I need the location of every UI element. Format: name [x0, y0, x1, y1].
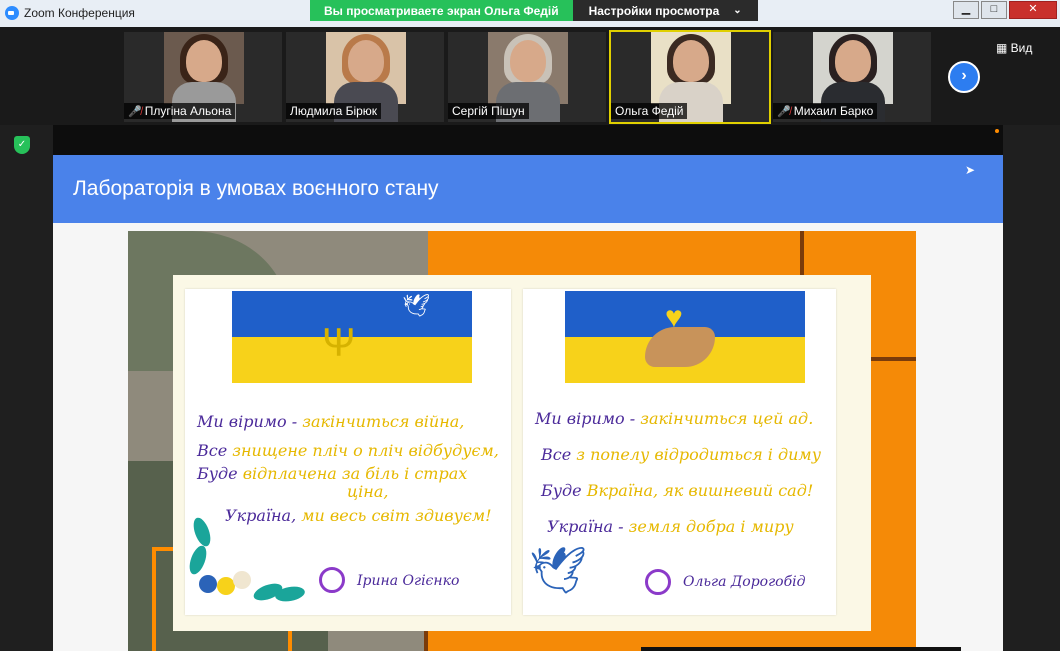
participant-tile[interactable]: 🎤̸ Плугіна Альона [124, 32, 282, 122]
participant-name: Сергій Пішун [448, 103, 529, 119]
slide-top-bar [53, 125, 1003, 155]
screen-share-banner: Вы просматриваете экран Ольга Федій Наст… [310, 0, 758, 21]
participant-tile[interactable]: 🎤̸ Михаил Барко [773, 32, 931, 122]
window-titlebar: Zoom Конференция Вы просматриваете экран… [0, 0, 1060, 27]
poster-image: Ψ 🕊 Ми віримо - закінчиться війна, Все з… [128, 231, 916, 651]
slide-header: Лабораторія в умовах воєнного стану ➤ [53, 155, 1003, 223]
dove-icon: 🕊 [529, 544, 588, 596]
dove-icon: 🕊 [402, 293, 430, 318]
status-dot [995, 129, 999, 133]
participant-video [164, 32, 244, 122]
participant-tile[interactable]: Людмила Бірюк [286, 32, 444, 122]
mic-off-icon: 🎤̸ [777, 106, 791, 118]
poem-card-left: Ψ 🕊 Ми віримо - закінчиться війна, Все з… [185, 289, 511, 615]
zoom-logo-icon [5, 6, 19, 20]
poem-verses: Ми віримо - закінчиться війна, Все знище… [197, 412, 499, 525]
view-button[interactable]: ▦ Вид [996, 41, 1032, 55]
maximize-button[interactable]: □ [981, 1, 1007, 19]
participant-video [651, 32, 731, 122]
ukraine-flag: Ψ 🕊 [232, 291, 472, 383]
mouse-cursor-icon: ➤ [965, 163, 976, 177]
participant-tile-active-speaker[interactable]: Ольга Федій [609, 30, 771, 124]
chevron-down-icon: ⌄ [733, 5, 742, 16]
close-button[interactable]: ✕ [1009, 1, 1057, 19]
encryption-shield-icon[interactable]: ✓ [14, 136, 30, 154]
signature-mark-icon [645, 569, 671, 595]
participant-name: 🎤̸ Плугіна Альона [124, 103, 236, 119]
participant-video [488, 32, 568, 122]
signature-mark-icon [319, 567, 345, 593]
poem-signature: Ірина Огієнко [357, 573, 460, 589]
poem-verses: Ми віримо - закінчиться цей ад. Все з по… [535, 409, 821, 536]
ukraine-flag: ♥ [565, 291, 805, 383]
participant-strip: 🎤̸ Плугіна Альона Людмила Бірюк Сергій Пі… [0, 27, 1060, 125]
view-settings-label: Настройки просмотра [588, 3, 720, 18]
mic-off-icon: 🎤̸ [128, 106, 142, 118]
participant-video [326, 32, 406, 122]
slide-title: Лабораторія в умовах воєнного стану [73, 177, 439, 200]
share-status-label: Вы просматриваете экран Ольга Федій [310, 0, 573, 21]
participant-video [813, 32, 893, 122]
shared-screen: Лабораторія в умовах воєнного стану ➤ Ψ … [53, 125, 1003, 651]
divider [641, 647, 961, 651]
next-page-button[interactable]: › [948, 61, 980, 93]
floral-decoration-icon [186, 515, 306, 607]
grid-icon: ▦ [996, 41, 1011, 55]
poem-signature: Ольга Дорогобід [683, 574, 806, 590]
trident-wreath-icon: Ψ [322, 321, 356, 365]
participant-name: Людмила Бірюк [286, 103, 382, 119]
participant-name: 🎤̸ Михаил Барко [773, 103, 878, 119]
view-label: Вид [1010, 41, 1033, 55]
window-title: Zoom Конференция [24, 6, 135, 20]
minimize-button[interactable]: ▁ [953, 1, 979, 19]
poem-card-right: ♥ Ми віримо - закінчиться цей ад. Все з … [523, 289, 836, 615]
participant-name: Ольга Федій [611, 103, 688, 119]
participant-tile[interactable]: Сергій Пішун [448, 32, 606, 122]
view-settings-button[interactable]: Настройки просмотра ⌄ [572, 0, 758, 21]
